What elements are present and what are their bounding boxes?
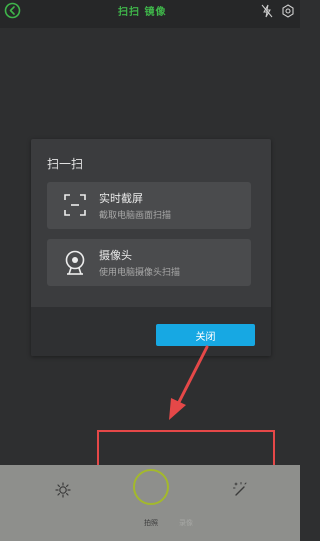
option-label: 实时截屏 bbox=[99, 192, 143, 205]
magic-wand-icon[interactable] bbox=[232, 481, 248, 497]
dialog-title: 扫一扫 bbox=[47, 157, 84, 171]
option-label: 摄像头 bbox=[99, 249, 132, 262]
option-description: 使用电脑摄像头扫描 bbox=[99, 268, 181, 278]
shutter-button[interactable] bbox=[133, 469, 169, 505]
option-realtime-screenshot[interactable]: 实时截屏 截取电脑画面扫描 bbox=[47, 182, 251, 229]
annotation-arrowhead bbox=[169, 398, 186, 420]
settings-icon[interactable] bbox=[281, 4, 295, 18]
brightness-icon[interactable] bbox=[55, 482, 71, 498]
close-button[interactable]: 关闭 bbox=[156, 324, 255, 346]
option-webcam[interactable]: 摄像头 使用电脑摄像头扫描 bbox=[47, 239, 251, 286]
back-icon[interactable] bbox=[4, 2, 21, 19]
top-bar: 扫扫 镜像 bbox=[0, 0, 300, 28]
webcam-icon bbox=[65, 250, 85, 275]
flash-off-icon[interactable] bbox=[261, 4, 273, 18]
app-logo: 扫扫 镜像 bbox=[118, 7, 167, 18]
bottom-toolbar: 拍照 录像 bbox=[0, 465, 300, 541]
dialog-footer: 关闭 bbox=[31, 307, 271, 356]
screen-capture-icon bbox=[64, 194, 86, 216]
mode-record-tab[interactable]: 录像 bbox=[179, 518, 193, 528]
scan-dialog: 扫一扫 实时截屏 截取电脑画面扫描 摄像头 使用电脑摄像头扫描 关闭 bbox=[31, 139, 271, 356]
option-description: 截取电脑画面扫描 bbox=[99, 211, 172, 221]
mode-photo-tab[interactable]: 拍照 bbox=[144, 518, 158, 528]
